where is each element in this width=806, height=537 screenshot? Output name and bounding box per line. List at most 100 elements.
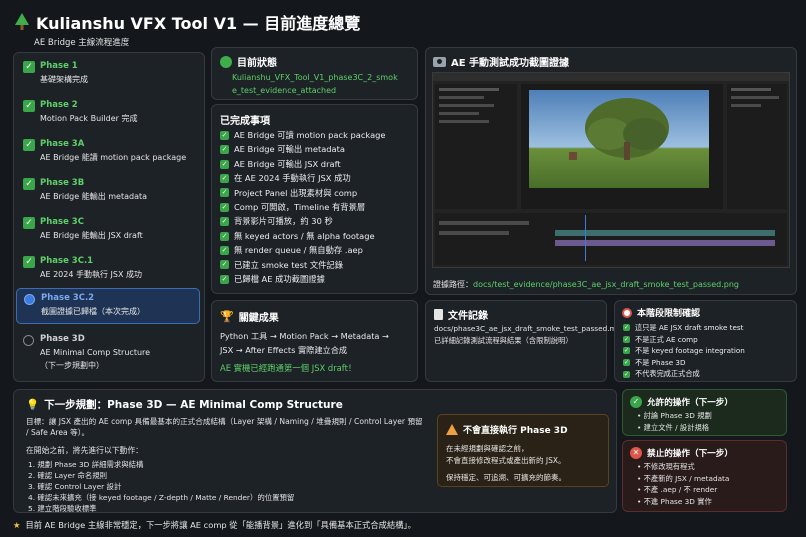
phase-title: Phase 3C.1 (40, 256, 94, 266)
ae-screenshot-image (432, 72, 790, 268)
completed-item: ✓ AE Bridge 可讀 motion pack package (220, 128, 386, 142)
warning-title: 不會直接執行 Phase 3D (463, 426, 568, 436)
forbidden-card: ✕ 禁止的操作（下一步） • 不修改現有程式 • 不產新的 JSX / metad… (622, 440, 787, 512)
check-icon: ✓ (623, 370, 630, 378)
limit-item-text: 不代表完成正式合成 (635, 369, 700, 379)
completed-item-text: AE Bridge 可輸出 metadata (234, 144, 345, 155)
status-value: Kulianshu_VFX_Tool_V1_phase3C_2_smoke_te… (232, 73, 398, 95)
tree-footage-frame (529, 90, 709, 188)
footer-text: 目前 AE Bridge 主線非常穩定，下一步將讓 AE comp 從「能播背景… (25, 520, 416, 530)
ae-comp-viewer (521, 84, 723, 209)
next-intro: 在開始之前，將先進行以下動作： (26, 446, 143, 455)
next-step-item: 3. 確認 Control Layer 設計 (28, 481, 294, 492)
warning-icon (446, 424, 458, 435)
completed-item-text: AE Bridge 可輸出 JSX draft (234, 158, 341, 169)
step-number: 3. (28, 482, 38, 491)
phase-title: Phase 3B (40, 178, 85, 188)
completed-item: ✓ 背景影片可播放，約 30 秒 (220, 214, 386, 228)
ae-effects-panel (727, 84, 787, 209)
phase-desc: AE Minimal Comp Structure (40, 348, 151, 357)
phase-desc: AE Bridge 能輸出 metadata (40, 192, 148, 201)
allowed-heading: ✓ 允許的操作（下一步） (630, 396, 733, 408)
next-goal: 目標：讓 JSX 產出的 AE comp 具備最基本的正式合成結構（Layer … (26, 417, 423, 437)
next-step-text: 確認 Layer 命名規則 (37, 471, 108, 480)
check-icon: ✓ (220, 173, 229, 183)
check-icon: ✓ (220, 188, 229, 198)
phase-item[interactable]: ✓ Phase 3C.1 AE 2024 手動執行 JSX 成功 (16, 252, 200, 289)
forbidden-item: • 不產 .aep / 不 render (637, 484, 729, 496)
limit-item-text: 不是 Phase 3D (635, 357, 686, 367)
completed-item: ✓ 已建立 smoke test 文件記錄 (220, 258, 386, 272)
target-icon (622, 307, 632, 318)
key-result-line1: Python 工具 → Motion Pack → Metadata → (220, 331, 389, 341)
screenshot-heading: AE 手動測試成功截圖證據 (433, 54, 569, 69)
check-icon: ✓ (220, 231, 229, 241)
bullet-icon: • (637, 473, 644, 483)
next-step-item: 1. 規劃 Phase 3D 詳細需求與結構 (28, 459, 294, 470)
completed-list: ✓ AE Bridge 可讀 motion pack package ✓ AE Bri… (220, 128, 386, 286)
completed-card: 已完成事項 ✓ AE Bridge 可讀 motion pack package ✓… (211, 104, 418, 294)
forbidden-heading: ✕ 禁止的操作（下一步） (630, 447, 733, 459)
doc-path[interactable]: docs/phase3C_ae_jsx_draft_smoke_test_pas… (434, 324, 621, 333)
status-heading: 目前狀態 (220, 54, 277, 69)
next-step-card: 💡 下一步規劃：Phase 3D — AE Minimal Comp Struc… (13, 389, 617, 513)
doc-card: 文件記錄 docs/phase3C_ae_jsx_draft_smoke_tes… (425, 300, 621, 382)
footer: ★ 目前 AE Bridge 主線非常穩定，下一步將讓 AE comp 從「能播… (13, 519, 416, 531)
limit-item-text: 不是 keyed footage integration (635, 346, 745, 356)
check-icon: ✓ (220, 274, 229, 284)
check-icon: ✓ (623, 347, 630, 355)
step-number: 4. (28, 493, 38, 502)
allowed-card: ✓ 允許的操作（下一步） • 討論 Phase 3D 規劃 • 建立文件 / 設計… (622, 389, 787, 436)
phase-title: Phase 3C (40, 217, 84, 227)
completed-item-text: 無 render queue / 無自動存 .aep (234, 245, 363, 256)
lightbulb-icon: 💡 (26, 399, 40, 411)
screenshot-path[interactable]: docs/test_evidence/phase3C_ae_jsx_draft_… (473, 280, 739, 289)
phase-item[interactable]: Phase 3C.2 截圖證據已歸檔（本次完成） (16, 288, 200, 324)
completed-item-text: 已歸檔 AE 成功截圖證據 (234, 274, 325, 285)
step-number: 1. (28, 460, 38, 469)
next-step-item: 2. 確認 Layer 命名規則 (28, 470, 294, 481)
phase-item[interactable]: ✓ Phase 2 Motion Pack Builder 完成 (16, 96, 200, 133)
completed-item-text: 無 keyed actors / 無 alpha footage (234, 230, 375, 241)
phase-item[interactable]: Phase 3D AE Minimal Comp Structure （下一步規劃中… (16, 330, 200, 374)
completed-item: ✓ Project Panel 出現素材與 comp (220, 186, 386, 200)
limits-title: 本階段限制確認 (637, 309, 701, 319)
completed-item: ✓ AE Bridge 可輸出 metadata (220, 142, 386, 156)
phase-desc: 基礎架構完成 (40, 75, 88, 84)
phase-desc: AE Bridge 能輸出 JSX draft (40, 231, 143, 240)
phase-item[interactable]: ✓ Phase 1 基礎架構完成 (16, 57, 200, 94)
forbidden-list: • 不修改現有程式 • 不產新的 JSX / metadata • 不產 .aep … (637, 461, 729, 507)
check-icon: ✓ (220, 245, 229, 255)
checkbox-checked-icon: ✓ (23, 61, 35, 73)
allowed-check-icon: ✓ (630, 396, 642, 408)
doc-title: 文件記錄 (448, 311, 488, 322)
next-step-list: 1. 規劃 Phase 3D 詳細需求與結構 2. 確認 Layer 命名規則 3.… (28, 459, 294, 514)
completed-item: ✓ 無 render queue / 無自動存 .aep (220, 243, 386, 257)
limit-item: ✓ 不是正式 AE comp (623, 334, 745, 346)
phase-item[interactable]: ✓ Phase 3B AE Bridge 能輸出 metadata (16, 174, 200, 211)
phase-desc-note: （下一步規劃中） (40, 361, 104, 370)
key-result-highlight: AE 實機已經跑通第一個 JSX draft！ (220, 363, 357, 373)
check-icon: ✓ (623, 335, 630, 343)
completed-item: ✓ 在 AE 2024 手動執行 JSX 成功 (220, 171, 386, 185)
trophy-icon: 🏆 (220, 310, 234, 323)
document-icon (434, 309, 443, 320)
page: { "header": {"title": "Kulianshu VFX Too… (0, 0, 806, 537)
limit-item: ✓ 這只是 AE JSX draft smoke test (623, 322, 745, 334)
limits-list: ✓ 這只是 AE JSX draft smoke test ✓ 不是正式 AE com… (623, 322, 745, 380)
limits-heading: 本階段限制確認 (622, 306, 700, 319)
completed-item-text: Comp 可開啟，Timeline 有背景層 (234, 202, 366, 213)
next-title: 下一步規劃：Phase 3D — AE Minimal Comp Structu… (44, 399, 343, 411)
current-dot-icon (24, 294, 35, 305)
phase-title: Phase 3A (40, 139, 85, 149)
completed-item-text: 已建立 smoke test 文件記錄 (234, 259, 344, 270)
phase-item[interactable]: ✓ Phase 3A AE Bridge 能讀 motion pack packag… (16, 135, 200, 172)
star-icon: ★ (13, 520, 21, 530)
completed-item: ✓ 已歸檔 AE 成功截圖證據 (220, 272, 386, 286)
phase-item[interactable]: ✓ Phase 3C AE Bridge 能輸出 JSX draft (16, 213, 200, 250)
allowed-item: • 建立文件 / 設計規格 (637, 422, 712, 434)
allowed-item-text: 討論 Phase 3D 規劃 (643, 411, 712, 420)
phase-title: Phase 3C.2 (41, 293, 95, 303)
forbidden-item: • 不進 Phase 3D 實作 (637, 496, 729, 508)
status-dot-icon (220, 55, 232, 68)
